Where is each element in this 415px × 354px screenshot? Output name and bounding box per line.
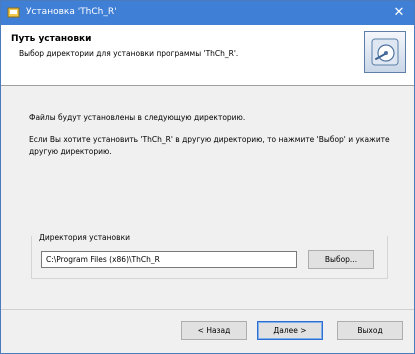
install-dir-label: Директория установки [37, 233, 132, 242]
instruction-text: Если Вы хотите установить 'ThCh_R' в дру… [29, 135, 390, 156]
close-button[interactable]: ✕ [384, 1, 414, 25]
title-bar[interactable]: Установка 'ThCh_R' ✕ [1, 1, 414, 25]
installer-window: Установка 'ThCh_R' ✕ Путь установки Выбо… [0, 0, 415, 354]
page-subtitle: Выбор директории для установки программы… [19, 49, 239, 58]
browse-button[interactable]: Выбор... [308, 250, 374, 269]
page-title: Путь установки [11, 34, 92, 44]
install-path-input[interactable] [41, 251, 297, 268]
info-text: Файлы будут установлены в следующую дире… [29, 113, 246, 122]
footer-separator [1, 309, 414, 310]
next-button[interactable]: Далее > [257, 321, 323, 340]
exit-button[interactable]: Выход [337, 321, 403, 340]
install-disk-icon [364, 31, 406, 73]
back-button[interactable]: < Назад [181, 321, 247, 340]
wizard-header: Путь установки Выбор директории для уста… [1, 25, 414, 86]
installer-icon [7, 6, 20, 19]
window-title: Установка 'ThCh_R' [26, 7, 117, 17]
